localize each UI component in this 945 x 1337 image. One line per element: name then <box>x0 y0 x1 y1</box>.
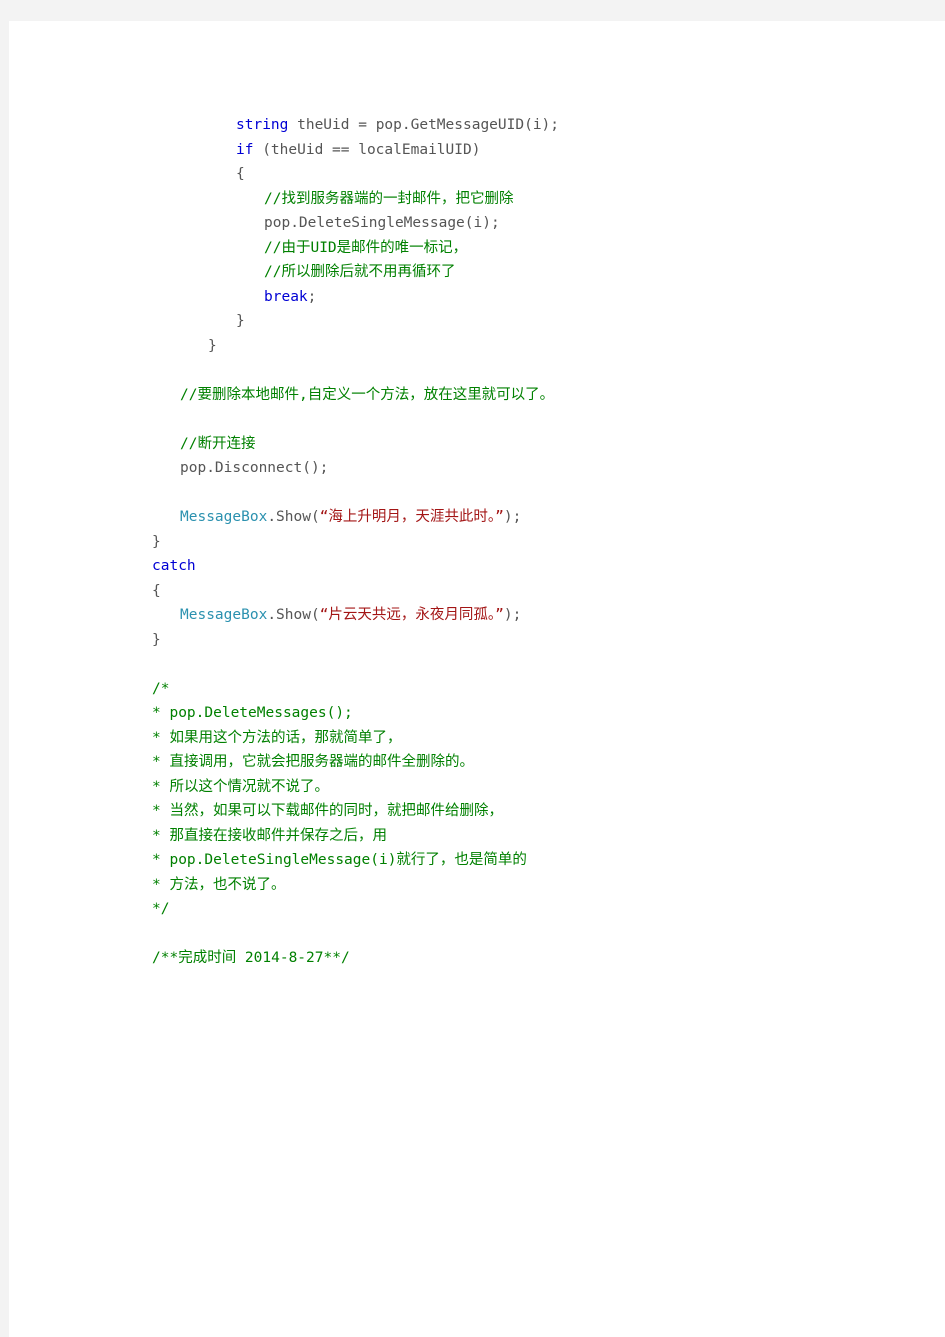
code-line: } <box>152 530 912 555</box>
code-line: } <box>152 309 912 334</box>
code-line: * 如果用这个方法的话，那就简单了， <box>152 726 912 751</box>
code-line: //要删除本地邮件,自定义一个方法，放在这里就可以了。 <box>152 383 912 408</box>
code-line: catch <box>152 554 912 579</box>
code-token-cmt: */ <box>152 901 170 917</box>
code-token-pln: ); <box>503 509 522 525</box>
code-token-pln: } <box>152 533 161 550</box>
code-token-type: MessageBox <box>180 509 268 525</box>
code-token-type: MessageBox <box>180 607 268 623</box>
code-token-cmt: //要删除本地邮件,自定义一个方法，放在这里就可以了。 <box>180 386 555 403</box>
code-line: MessageBox.Show(“片云天共远，永夜月同孤。”); <box>152 603 912 628</box>
code-line: * 直接调用，它就会把服务器端的邮件全删除的。 <box>152 750 912 775</box>
code-line: break; <box>152 285 912 310</box>
code-line: { <box>152 579 912 604</box>
code-line: //断开连接 <box>152 432 912 457</box>
code-line: */ <box>152 897 912 922</box>
code-token-cmt: //找到服务器端的一封邮件，把它删除 <box>264 190 514 207</box>
code-line: * pop.DeleteMessages(); <box>152 701 912 726</box>
code-token-pln: } <box>152 631 161 648</box>
code-token-cmt: * pop.DeleteMessages(); <box>152 705 353 721</box>
code-token-cmt: /* <box>152 680 170 697</box>
code-token-str: “片云天共远，永夜月同孤。” <box>319 607 504 623</box>
code-token-cmt: //由于UID是邮件的唯一标记， <box>264 239 468 256</box>
code-line: /* <box>152 677 912 702</box>
code-line: MessageBox.Show(“海上升明月，天涯共此时。”); <box>152 505 912 530</box>
code-line: pop.DeleteSingleMessage(i); <box>152 211 912 236</box>
code-line: { <box>152 162 912 187</box>
code-token-cmt: * pop.DeleteSingleMessage(i)就行了，也是简单的 <box>152 852 527 868</box>
code-line: /**完成时间 2014-8-27**/ <box>152 946 912 971</box>
code-token-pln: } <box>208 337 217 354</box>
code-token-pln: .Show( <box>267 607 320 623</box>
code-line: //由于UID是邮件的唯一标记， <box>152 236 912 261</box>
code-token-pln: { <box>152 582 161 599</box>
code-token-kw: string <box>236 117 289 133</box>
code-token-pln: theUid = pop.GetMessageUID(i); <box>288 117 560 133</box>
code-line: * 那直接在接收邮件并保存之后，用 <box>152 824 912 849</box>
code-token-cmt: * 所以这个情况就不说了。 <box>152 778 329 795</box>
code-token-cmt: * 那直接在接收邮件并保存之后，用 <box>152 827 387 844</box>
code-line: string theUid = pop.GetMessageUID(i); <box>152 113 912 138</box>
code-line: //找到服务器端的一封邮件，把它删除 <box>152 187 912 212</box>
code-token-kw: if <box>236 141 254 158</box>
code-token-pln: pop.DeleteSingleMessage(i); <box>264 215 500 231</box>
code-token-kw: break <box>264 288 308 305</box>
code-listing: string theUid = pop.GetMessageUID(i); if … <box>152 113 912 971</box>
code-token-cmt: /**完成时间 2014-8-27**/ <box>152 950 350 966</box>
code-token-pln: { <box>236 166 245 182</box>
code-token-kw: catch <box>152 558 196 574</box>
code-token-pln: ; <box>307 288 317 305</box>
code-line: pop.Disconnect(); <box>152 456 912 481</box>
code-line: * pop.DeleteSingleMessage(i)就行了，也是简单的 <box>152 848 912 873</box>
document-page: string theUid = pop.GetMessageUID(i); if … <box>9 21 945 1337</box>
code-token-cmt: * 当然，如果可以下载邮件的同时，就把邮件给删除， <box>152 803 503 819</box>
code-token-cmt: * 方法，也不说了。 <box>152 876 286 893</box>
code-line: * 所以这个情况就不说了。 <box>152 775 912 800</box>
code-line: } <box>152 628 912 653</box>
code-token-str: “海上升明月，天涯共此时。” <box>319 509 504 525</box>
code-line: * 当然，如果可以下载邮件的同时，就把邮件给删除， <box>152 799 912 824</box>
code-token-cmt: * 直接调用，它就会把服务器端的邮件全删除的。 <box>152 754 474 770</box>
code-token-cmt: //所以删除后就不用再循环了 <box>264 264 456 280</box>
code-token-pln: .Show( <box>267 509 320 525</box>
code-token-cmt: //断开连接 <box>180 435 256 452</box>
code-line: //所以删除后就不用再循环了 <box>152 260 912 285</box>
code-token-pln: pop.Disconnect(); <box>180 460 329 476</box>
code-token-cmt: * 如果用这个方法的话，那就简单了， <box>152 729 402 746</box>
code-line: * 方法，也不说了。 <box>152 873 912 898</box>
code-token-pln: } <box>236 313 245 329</box>
code-line: if (theUid == localEmailUID) <box>152 138 912 163</box>
code-line: } <box>152 334 912 359</box>
code-token-pln: (theUid == localEmailUID) <box>253 141 481 158</box>
code-token-pln: ); <box>503 607 522 623</box>
